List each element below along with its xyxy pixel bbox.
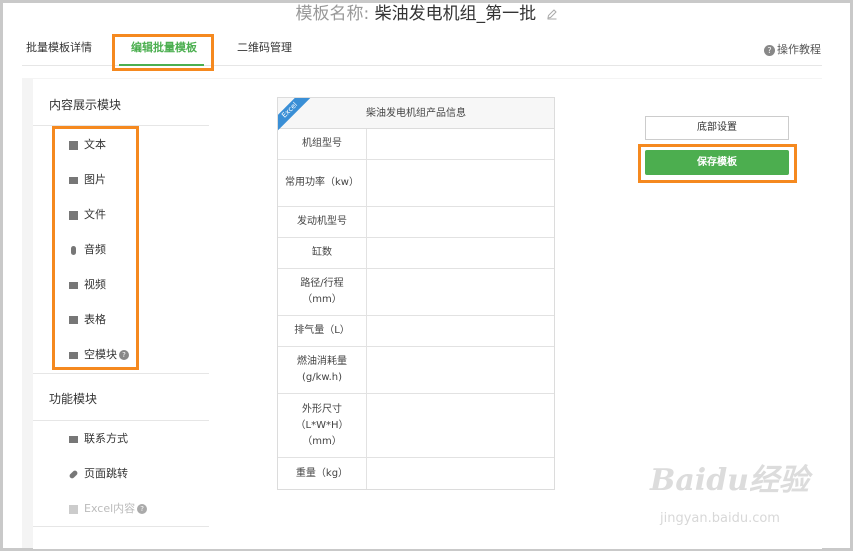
table-cell-label: 机组型号 [278,129,367,159]
sidebar-divider [33,420,209,421]
table-cell-value [367,160,554,206]
module-item-label: 联系方式 [84,432,128,445]
template-title-name: 柴油发电机组_第一批 [374,4,537,24]
table-cell-value [367,129,554,159]
table-row: 发动机型号 [278,207,554,238]
excel-badge: Excel [278,98,312,132]
table-cell-value [367,458,554,489]
table-row: 排气量（L） [278,316,554,347]
tab-qr-code-management[interactable]: 二维码管理 [237,32,292,66]
help-tutorial-label: 操作教程 [777,43,821,56]
table-cell-label: 外形尺寸（L*W*H）（mm） [278,394,367,457]
content-modules-title: 内容展示模块 [49,98,122,112]
sidebar-divider [33,526,209,527]
table-row: 缸数 [278,238,554,269]
tab-batch-template-details[interactable]: 批量模板详情 [26,32,92,66]
table-cell-label: 重量（kg） [278,458,367,489]
table-cell-value [367,394,554,457]
table-cell-value [367,207,554,237]
table-cell-label: 燃油消耗量(g/kw.h) [278,347,367,393]
table-cell-label: 路径/行程（mm） [278,269,367,315]
table-header: Excel 柴油发电机组产品信息 [278,98,554,132]
table-cell-value [367,238,554,268]
table-row: 燃油消耗量(g/kw.h) [278,347,554,394]
table-cell-label: 发动机型号 [278,207,367,237]
edit-pencil-icon[interactable] [546,8,558,20]
module-item-page-jump[interactable]: 页面跳转 [68,466,128,482]
module-item-label: 页面跳转 [84,467,128,480]
table-cell-value [367,347,554,393]
table-cell-label: 常用功率（kw） [278,160,367,206]
highlight-box-save [638,144,797,183]
module-item-label: Excel内容 [84,502,136,515]
template-title-prefix: 模板名称: [295,4,370,24]
link-icon [68,469,79,479]
highlight-box-content-modules [52,126,139,370]
table-cell-label: 排气量（L） [278,316,367,346]
file-icon [69,504,78,514]
help-circle-icon[interactable]: ? [137,504,148,514]
table-cell-value [367,269,554,315]
highlight-box-tab [112,34,214,71]
bottom-settings-button[interactable]: 底部设置 [645,116,789,140]
sidebar-divider [33,373,209,374]
table-row: 外形尺寸（L*W*H）（mm） [278,394,554,458]
baidu-watermark: Baidu经验 [650,463,809,498]
table-title: 柴油发电机组产品信息 [366,108,466,119]
table-row: 重量（kg） [278,458,554,489]
table-cell-label: 缸数 [278,238,367,268]
module-item-excel-content: Excel内容? [69,501,148,517]
help-tutorial-link[interactable]: ? 操作教程 [764,41,821,57]
excel-badge-label: Excel [278,98,312,132]
table-row: 机组型号 [278,129,554,160]
help-circle-icon: ? [764,44,775,56]
envelope-icon [69,435,78,443]
template-title: 模板名称: 柴油发电机组_第一批 [0,0,853,30]
table-row: 常用功率（kw） [278,160,554,207]
table-row: 路径/行程（mm） [278,269,554,316]
baidu-watermark-url: jingyan.baidu.com [660,511,780,526]
excel-product-table[interactable]: Excel 柴油发电机组产品信息 机组型号 常用功率（kw） 发动机型号 缸数 … [277,97,555,490]
module-item-contact[interactable]: 联系方式 [69,431,128,447]
function-modules-title: 功能模块 [49,392,98,406]
table-cell-value [367,316,554,346]
